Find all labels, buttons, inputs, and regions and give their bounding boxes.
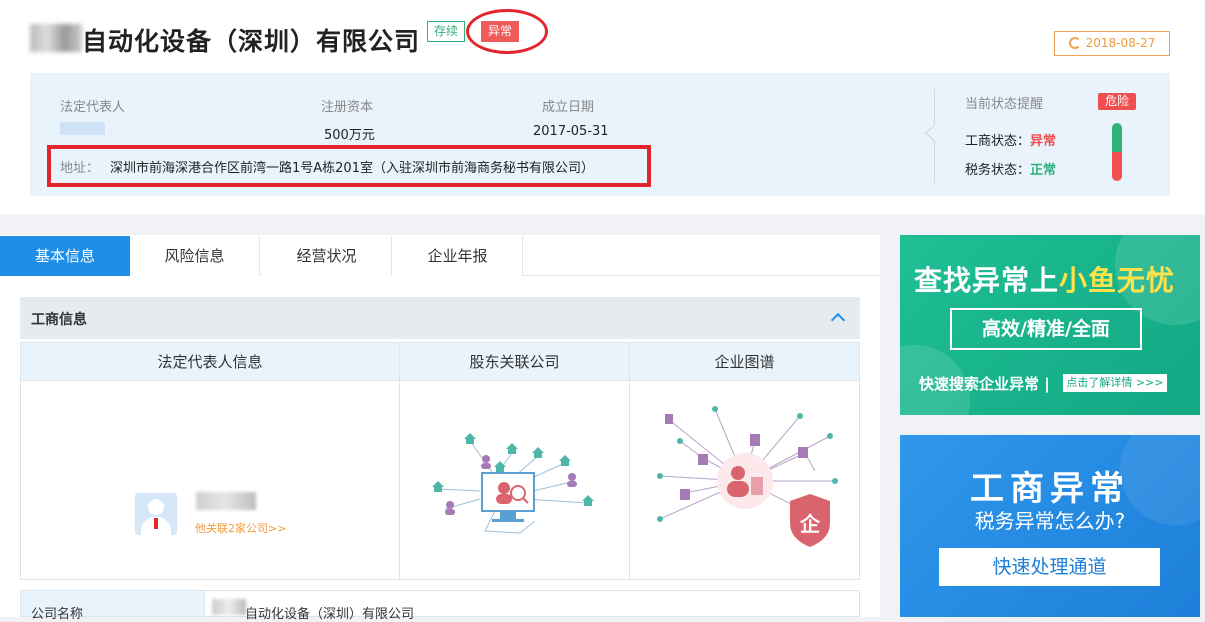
gs-status-label: 工商状态：	[965, 134, 1031, 149]
ad1-detail-button[interactable]: 点击了解详情 >>>	[1063, 374, 1167, 392]
tax-status-row: 税务状态：正常	[965, 159, 1056, 178]
shareholder-panel[interactable]	[400, 381, 630, 579]
company-graph-illustration: 企	[657, 406, 838, 547]
section-header[interactable]: 工商信息	[20, 297, 860, 339]
status-tag-active: 存续	[427, 21, 466, 42]
founded-value: 2017-05-31	[533, 124, 609, 139]
person-avatar-icon	[135, 493, 177, 535]
status-reminder-title: 当前状态提醒	[965, 97, 1044, 112]
tax-status-label: 税务状态：	[965, 163, 1031, 178]
redacted-name-prefix	[30, 24, 82, 52]
info-grid: 法定代表人信息 股东关联公司 企业图谱 他关联2家公司>> 企	[20, 342, 860, 580]
col-head-company-graph[interactable]: 企业图谱	[630, 343, 859, 381]
company-name-label: 公司名称	[20, 590, 205, 622]
address-value: 深圳市前海深港合作区前湾一路1号A栋201室（入驻深圳市前海商务秘书有限公司）	[110, 161, 594, 176]
chevron-up-icon[interactable]	[830, 312, 846, 328]
ad2-fast-channel-button[interactable]: 快速处理通道	[939, 548, 1160, 586]
company-name-redacted	[212, 599, 246, 615]
legal-rep-label: 法定代表人	[60, 100, 126, 115]
address-label: 地址：	[60, 161, 100, 176]
annotation-ellipse	[466, 9, 548, 54]
svg-text:企: 企	[799, 512, 821, 536]
section-title: 工商信息	[31, 312, 87, 328]
ad2-subtitle: 税务异常怎么办?	[974, 509, 1126, 533]
refresh-date-button[interactable]: 2018-08-27	[1054, 31, 1170, 56]
ad1-title: 查找异常上小鱼无忧	[914, 264, 1176, 297]
ad1-subtitle: 快速搜索企业异常 |	[919, 375, 1050, 393]
company-graph-panel[interactable]: 企	[630, 381, 859, 579]
status-bar-green	[1112, 123, 1122, 152]
refresh-icon	[1068, 37, 1081, 49]
col-head-legal-rep[interactable]: 法定代表人信息	[21, 343, 400, 381]
col-head-shareholders[interactable]: 股东关联公司	[400, 343, 630, 381]
legal-rep-panel: 他关联2家公司>>	[21, 381, 400, 579]
company-name-value: 自动化设备（深圳）有限公司	[205, 590, 860, 622]
tab-bar: 基本信息 风险信息 经营状况 企业年报	[0, 236, 880, 276]
gs-status-value: 异常	[1030, 134, 1057, 149]
status-bar-red	[1112, 152, 1122, 181]
ad-banner-xiaoyu[interactable]: 查找异常上小鱼无忧 高效/精准/全面 快速搜索企业异常 | 点击了解详情 >>>	[900, 235, 1200, 415]
ad2-title: 工商异常	[970, 469, 1130, 509]
legal-rep-value-redacted[interactable]	[60, 122, 105, 135]
tab-risk-info[interactable]: 风险信息	[130, 236, 260, 276]
related-companies-link[interactable]: 他关联2家公司>>	[195, 520, 286, 536]
tab-basic-info[interactable]: 基本信息	[0, 236, 130, 276]
gs-status-row: 工商状态：异常	[965, 130, 1056, 149]
capital-label: 注册资本	[321, 100, 374, 115]
founded-label: 成立日期	[542, 100, 595, 115]
shareholder-network-illustration	[432, 433, 594, 534]
tab-annual-report[interactable]: 企业年报	[393, 236, 523, 276]
tab-operations[interactable]: 经营状况	[262, 236, 392, 276]
update-date: 2018-08-27	[1085, 36, 1156, 50]
danger-badge: 危险	[1098, 93, 1136, 110]
capital-value: 500万元	[324, 128, 375, 143]
legal-rep-name-redacted[interactable]	[196, 492, 256, 510]
company-title: 自动化设备（深圳）有限公司	[82, 27, 421, 56]
tax-status-value: 正常	[1030, 163, 1057, 178]
ad1-slogan: 高效/精准/全面	[950, 308, 1142, 350]
ad-banner-abnormal[interactable]: 工商异常 税务异常怎么办? 快速处理通道	[900, 435, 1200, 617]
